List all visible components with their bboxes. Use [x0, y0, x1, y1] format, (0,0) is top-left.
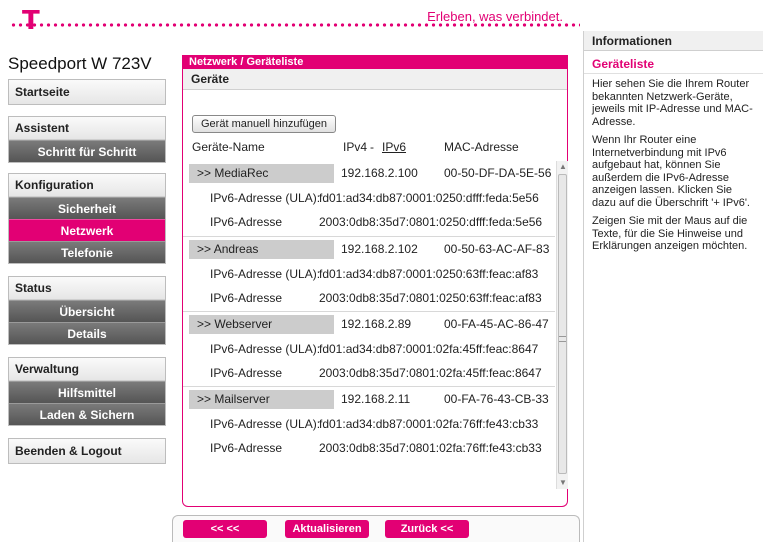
ula-label: IPv6-Adresse (ULA):	[210, 342, 321, 356]
device-mac: 00-FA-76-43-CB-33	[444, 392, 549, 406]
info-paragraph: Hier sehen Sie die Ihrem Router bekannte…	[592, 78, 753, 128]
slogan: Erleben, was verbindet.	[427, 9, 563, 24]
refresh-button[interactable]: Aktualisieren	[285, 520, 369, 538]
device-row: >> Webserver 192.168.2.89 00-FA-45-AC-86…	[183, 311, 555, 386]
breadcrumb: Netzwerk / Geräteliste	[183, 55, 567, 69]
col-header-separator: -	[370, 140, 374, 154]
device-name-button[interactable]: >> MediaRec	[189, 164, 334, 183]
scrollbar-grip-icon	[559, 336, 566, 342]
device-mac: 00-50-63-AC-AF-83	[444, 242, 550, 256]
nav-startseite-label[interactable]: Startseite	[9, 80, 165, 104]
nav-item-sicherheit[interactable]: Sicherheit	[9, 197, 165, 219]
section-title: Geräte	[183, 69, 567, 90]
nav-item-hilfsmittel[interactable]: Hilfsmittel	[9, 381, 165, 403]
nav-item-netzwerk[interactable]: Netzwerk	[9, 219, 165, 241]
ula-label: IPv6-Adresse (ULA):	[210, 267, 321, 281]
back-arrows-button[interactable]: << <<	[183, 520, 267, 538]
nav-group-status: Status Übersicht Details	[8, 276, 166, 345]
info-title: Geräteliste	[584, 51, 763, 74]
col-header-ipv6-link[interactable]: IPv6	[382, 140, 406, 154]
col-header-ipv4[interactable]: IPv4	[343, 140, 367, 154]
device-row: >> Mailserver 192.168.2.11 00-FA-76-43-C…	[183, 386, 555, 461]
device-ipv4: 192.168.2.100	[341, 166, 418, 180]
telekom-t-icon: T	[22, 6, 40, 36]
nav-head-konfiguration[interactable]: Konfiguration	[9, 174, 165, 197]
device-title: Speedport W 723V	[8, 54, 152, 73]
ula-value: fd01:ad34:db87:0001:02fa:76ff:fe43:cb33	[319, 417, 539, 431]
ipv6-value: 2003:0db8:35d7:0801:0250:dfff:feda:5e56	[319, 215, 543, 229]
nav-item-details[interactable]: Details	[9, 322, 165, 344]
device-row: >> Andreas 192.168.2.102 00-50-63-AC-AF-…	[183, 236, 555, 311]
nav-head-assistent[interactable]: Assistent	[9, 117, 165, 140]
device-row: >> MediaRec 192.168.2.100 00-50-DF-DA-5E…	[183, 161, 555, 236]
action-bar: << << Aktualisieren Zurück <<	[172, 515, 580, 542]
info-paragraph: Zeigen Sie mit der Maus auf die Texte, f…	[592, 215, 748, 252]
ipv6-label: IPv6-Adresse	[210, 441, 283, 455]
nav-item-schritt-fuer-schritt[interactable]: Schritt für Schritt	[9, 140, 165, 162]
device-name-button[interactable]: >> Mailserver	[189, 390, 334, 409]
col-header-mac: MAC-Adresse	[444, 140, 519, 154]
device-list-panel: Netzwerk / Geräteliste Geräte Gerät manu…	[182, 55, 568, 507]
col-header-name: Geräte-Name	[192, 140, 265, 154]
ipv6-label: IPv6-Adresse	[210, 215, 283, 229]
ipv6-value: 2003:0db8:35d7:0801:0250:63ff:feac:af83	[319, 291, 542, 305]
add-device-button[interactable]: Gerät manuell hinzufügen	[192, 115, 336, 133]
device-ipv4: 192.168.2.11	[341, 392, 411, 406]
device-ipv4: 192.168.2.89	[341, 317, 412, 331]
back-button[interactable]: Zurück <<	[385, 520, 469, 538]
scrollbar-thumb[interactable]	[558, 174, 567, 474]
ipv6-label: IPv6-Adresse	[210, 291, 283, 305]
nav-logout-label[interactable]: Beenden & Logout	[9, 439, 165, 463]
ula-value: fd01:ad34:db87:0001:0250:63ff:feac:af83	[319, 267, 539, 281]
device-name-button[interactable]: >> Andreas	[189, 240, 334, 259]
scroll-up-arrow-icon[interactable]: ▲	[557, 161, 569, 173]
nav-startseite[interactable]: Startseite	[8, 79, 166, 105]
device-mac: 00-FA-45-AC-86-47	[444, 317, 549, 331]
nav-head-verwaltung[interactable]: Verwaltung	[9, 358, 165, 381]
ipv6-value: 2003:0db8:35d7:0801:02fa:45ff:feac:8647	[319, 366, 542, 380]
ula-label: IPv6-Adresse (ULA):	[210, 417, 321, 431]
info-paragraph: Wenn Ihr Router eine Internetverbindung …	[592, 134, 750, 209]
nav-item-laden-sichern[interactable]: Laden & Sichern	[9, 403, 165, 425]
nav-group-verwaltung: Verwaltung Hilfsmittel Laden & Sichern	[8, 357, 166, 426]
info-panel: Informationen Geräteliste Hier sehen Sie…	[583, 31, 763, 542]
scroll-down-arrow-icon[interactable]: ▼	[557, 477, 569, 489]
ipv6-value: 2003:0db8:35d7:0801:02fa:76ff:fe43:cb33	[319, 441, 542, 455]
ula-value: fd01:ad34:db87:0001:02fa:45ff:feac:8647	[319, 342, 539, 356]
nav-logout[interactable]: Beenden & Logout	[8, 438, 166, 464]
ula-value: fd01:ad34:db87:0001:0250:dfff:feda:5e56	[319, 191, 539, 205]
nav-group-assistent: Assistent Schritt für Schritt	[8, 116, 166, 163]
device-list-scrollbar[interactable]: ▲ ▼	[556, 161, 568, 489]
ipv6-label: IPv6-Adresse	[210, 366, 283, 380]
nav-head-status[interactable]: Status	[9, 277, 165, 300]
nav-group-konfiguration: Konfiguration Sicherheit Netzwerk Telefo…	[8, 173, 166, 264]
device-mac: 00-50-DF-DA-5E-56	[444, 166, 552, 180]
device-ipv4: 192.168.2.102	[341, 242, 418, 256]
device-name-button[interactable]: >> Webserver	[189, 315, 334, 334]
nav-item-uebersicht[interactable]: Übersicht	[9, 300, 165, 322]
telekom-logo: T	[8, 6, 58, 36]
ula-label: IPv6-Adresse (ULA):	[210, 191, 321, 205]
device-list[interactable]: >> MediaRec 192.168.2.100 00-50-DF-DA-5E…	[183, 161, 555, 489]
nav-item-telefonie[interactable]: Telefonie	[9, 241, 165, 263]
info-heading: Informationen	[584, 31, 763, 51]
